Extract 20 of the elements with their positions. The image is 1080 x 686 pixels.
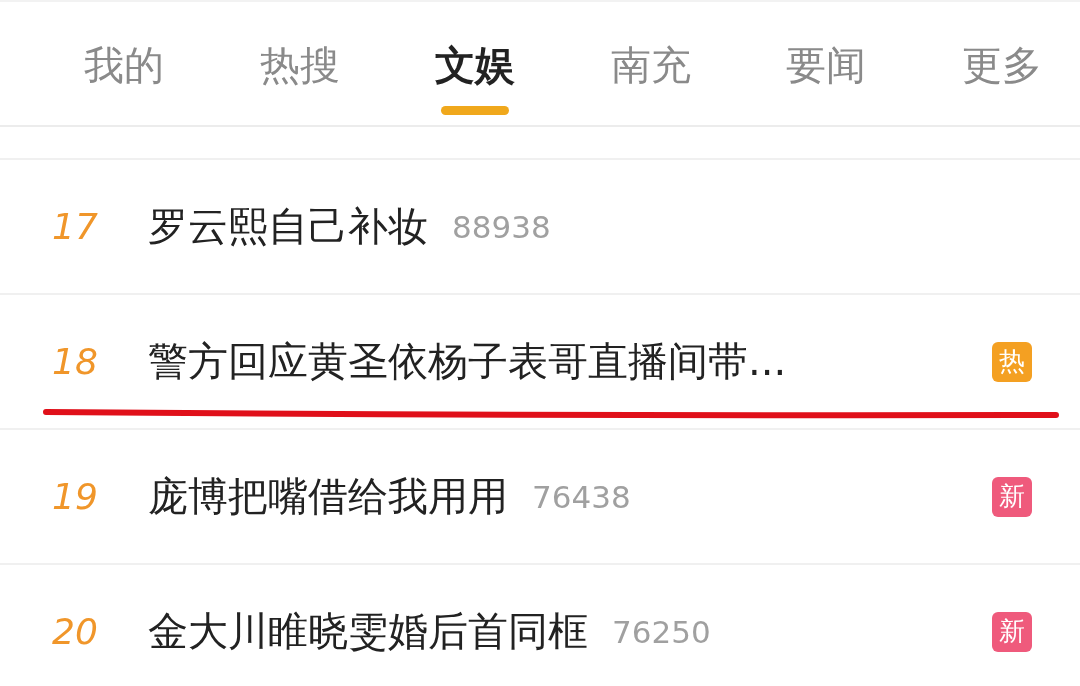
trend-row[interactable]: 17 罗云熙自己补妆 88938 bbox=[0, 160, 1080, 295]
trend-title: 庞博把嘴借给我用用 bbox=[148, 472, 508, 521]
heat-count: 88938 bbox=[452, 208, 551, 245]
trend-tag: 新 bbox=[992, 476, 1032, 517]
trend-title: 金大川睢晓雯婚后首同框 bbox=[148, 607, 588, 656]
trend-row[interactable]: 19 庞博把嘴借给我用用 76438 新 bbox=[0, 430, 1080, 565]
rank-number: 17 bbox=[52, 206, 99, 247]
trend-row[interactable]: 18 警方回应黄圣依杨子表哥直播间带... 热 bbox=[0, 295, 1080, 430]
trend-row[interactable]: 20 金大川睢晓雯婚后首同框 76250 新 bbox=[0, 565, 1080, 686]
trend-title: 罗云熙自己补妆 bbox=[148, 202, 428, 251]
tab-indicator bbox=[441, 106, 510, 115]
rank-number: 19 bbox=[52, 476, 99, 517]
trend-title: 警方回应黄圣依杨子表哥直播间带... bbox=[148, 337, 787, 386]
trend-tag: 热 bbox=[992, 341, 1032, 382]
tab[interactable]: 文娱 bbox=[435, 2, 516, 125]
heat-count: 76250 bbox=[612, 613, 711, 650]
rank-number: 18 bbox=[52, 341, 99, 382]
trend-tag: 新 bbox=[992, 611, 1032, 652]
rank-number: 20 bbox=[52, 611, 99, 652]
heat-count: 76438 bbox=[532, 478, 631, 515]
